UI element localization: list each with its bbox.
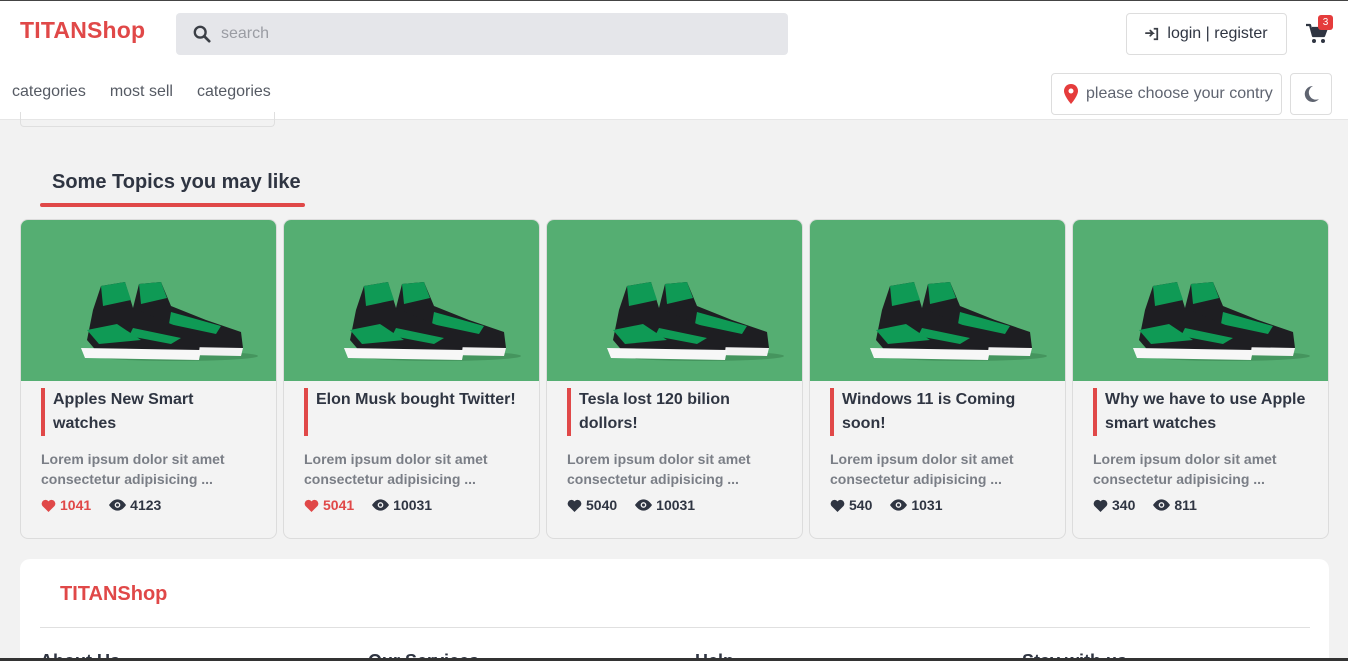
- card-description: Lorem ipsum dolor sit amet consectetur a…: [41, 451, 225, 487]
- topic-card[interactable]: Apples New Smart watches Lorem ipsum dol…: [20, 219, 277, 539]
- topic-card[interactable]: Elon Musk bought Twitter! Lorem ipsum do…: [283, 219, 540, 539]
- card-stats: 340 811: [1093, 497, 1215, 513]
- map-pin-icon: [1064, 84, 1078, 104]
- card-title[interactable]: Windows 11 is Coming soon!: [842, 388, 1045, 436]
- heart-icon: [830, 499, 845, 512]
- like-stat[interactable]: 5040: [567, 497, 617, 513]
- topic-card[interactable]: Windows 11 is Coming soon! Lorem ipsum d…: [809, 219, 1066, 539]
- heart-icon: [41, 499, 56, 512]
- view-stat: 1031: [890, 497, 943, 513]
- sign-in-icon: [1145, 27, 1159, 41]
- like-count: 5041: [323, 497, 355, 513]
- card-description: Lorem ipsum dolor sit amet consectetur a…: [1093, 451, 1277, 487]
- card-description: Lorem ipsum dolor sit amet consectetur a…: [304, 451, 488, 487]
- view-count: 10031: [393, 497, 433, 513]
- eye-icon: [372, 499, 390, 511]
- view-count: 1031: [911, 497, 943, 513]
- like-count: 5040: [586, 497, 618, 513]
- sneaker-illustration: [81, 282, 258, 361]
- search-icon: [193, 25, 211, 43]
- card-title[interactable]: Apples New Smart watches: [53, 388, 256, 436]
- card-title-block: Why we have to use Apple smart watches: [1093, 388, 1308, 436]
- card-stats: 1041 4123: [41, 497, 179, 513]
- login-register-label: login | register: [1167, 25, 1268, 42]
- theme-toggle-button[interactable]: [1290, 73, 1332, 115]
- section-title-underline: [40, 203, 305, 207]
- like-stat[interactable]: 340: [1093, 497, 1135, 513]
- nav-most-sell[interactable]: most sell: [110, 83, 173, 101]
- card-description: Lorem ipsum dolor sit amet consectetur a…: [830, 451, 1014, 487]
- heart-icon: [304, 499, 319, 512]
- topic-card[interactable]: Tesla lost 120 bilion dollors! Lorem ips…: [546, 219, 803, 539]
- partial-card-edge: [20, 112, 275, 127]
- main-nav: categories most sell categories: [12, 83, 271, 101]
- eye-icon: [1153, 499, 1171, 511]
- topics-card-list: Apples New Smart watches Lorem ipsum dol…: [20, 219, 1329, 539]
- moon-icon: [1304, 85, 1319, 102]
- sneaker-image: [284, 220, 539, 381]
- view-stat: 4123: [109, 497, 161, 513]
- heart-icon: [567, 499, 582, 512]
- sneaker-image: [810, 220, 1065, 381]
- card-title-block: Windows 11 is Coming soon!: [830, 388, 1045, 436]
- view-count: 4123: [130, 497, 162, 513]
- eye-icon: [109, 499, 127, 511]
- sneaker-image: [21, 220, 276, 381]
- topic-card[interactable]: Why we have to use Apple smart watches L…: [1072, 219, 1329, 539]
- footer-logo[interactable]: TITANShop: [60, 583, 167, 606]
- view-count: 10031: [656, 497, 696, 513]
- like-count: 340: [1112, 497, 1136, 513]
- eye-icon: [635, 499, 653, 511]
- card-description: Lorem ipsum dolor sit amet consectetur a…: [567, 451, 751, 487]
- card-title-block: Tesla lost 120 bilion dollors!: [567, 388, 782, 436]
- like-count: 1041: [60, 497, 92, 513]
- view-stat: 10031: [372, 497, 432, 513]
- sneaker-illustration: [607, 282, 784, 361]
- view-count: 811: [1174, 497, 1197, 513]
- site-logo[interactable]: TITANShop: [20, 17, 145, 44]
- card-stats: 5041 10031: [304, 497, 450, 513]
- sneaker-illustration: [344, 282, 521, 361]
- like-stat[interactable]: 1041: [41, 497, 91, 513]
- like-count: 540: [849, 497, 873, 513]
- login-register-button[interactable]: login | register: [1126, 13, 1287, 55]
- sneaker-illustration: [870, 282, 1047, 361]
- nav-categories[interactable]: categories: [12, 83, 86, 101]
- card-title-block: Elon Musk bought Twitter!: [304, 388, 519, 436]
- footer-divider: [40, 627, 1310, 628]
- search-bar[interactable]: [176, 13, 788, 55]
- nav-categories-2[interactable]: categories: [197, 83, 271, 101]
- sneaker-image: [547, 220, 802, 381]
- country-placeholder: please choose your contry: [1086, 85, 1273, 102]
- country-selector[interactable]: please choose your contry: [1051, 73, 1282, 115]
- sneaker-image: [1073, 220, 1328, 381]
- site-header: TITANShop login | register 3 categories …: [0, 1, 1348, 120]
- section-title: Some Topics you may like: [52, 171, 301, 193]
- card-title[interactable]: Tesla lost 120 bilion dollors!: [579, 388, 782, 436]
- heart-icon: [1093, 499, 1108, 512]
- sneaker-illustration: [1133, 282, 1310, 361]
- eye-icon: [890, 499, 908, 511]
- cart-count-badge: 3: [1318, 15, 1333, 30]
- card-stats: 5040 10031: [567, 497, 713, 513]
- like-stat[interactable]: 5041: [304, 497, 354, 513]
- view-stat: 10031: [635, 497, 695, 513]
- site-footer: TITANShop About Us Our Services Help Sta…: [20, 559, 1329, 661]
- card-title[interactable]: Why we have to use Apple smart watches: [1105, 388, 1308, 436]
- card-title[interactable]: Elon Musk bought Twitter!: [316, 388, 519, 412]
- card-stats: 540 1031: [830, 497, 961, 513]
- like-stat[interactable]: 540: [830, 497, 872, 513]
- card-title-block: Apples New Smart watches: [41, 388, 256, 436]
- search-input[interactable]: [221, 25, 788, 43]
- view-stat: 811: [1153, 497, 1197, 513]
